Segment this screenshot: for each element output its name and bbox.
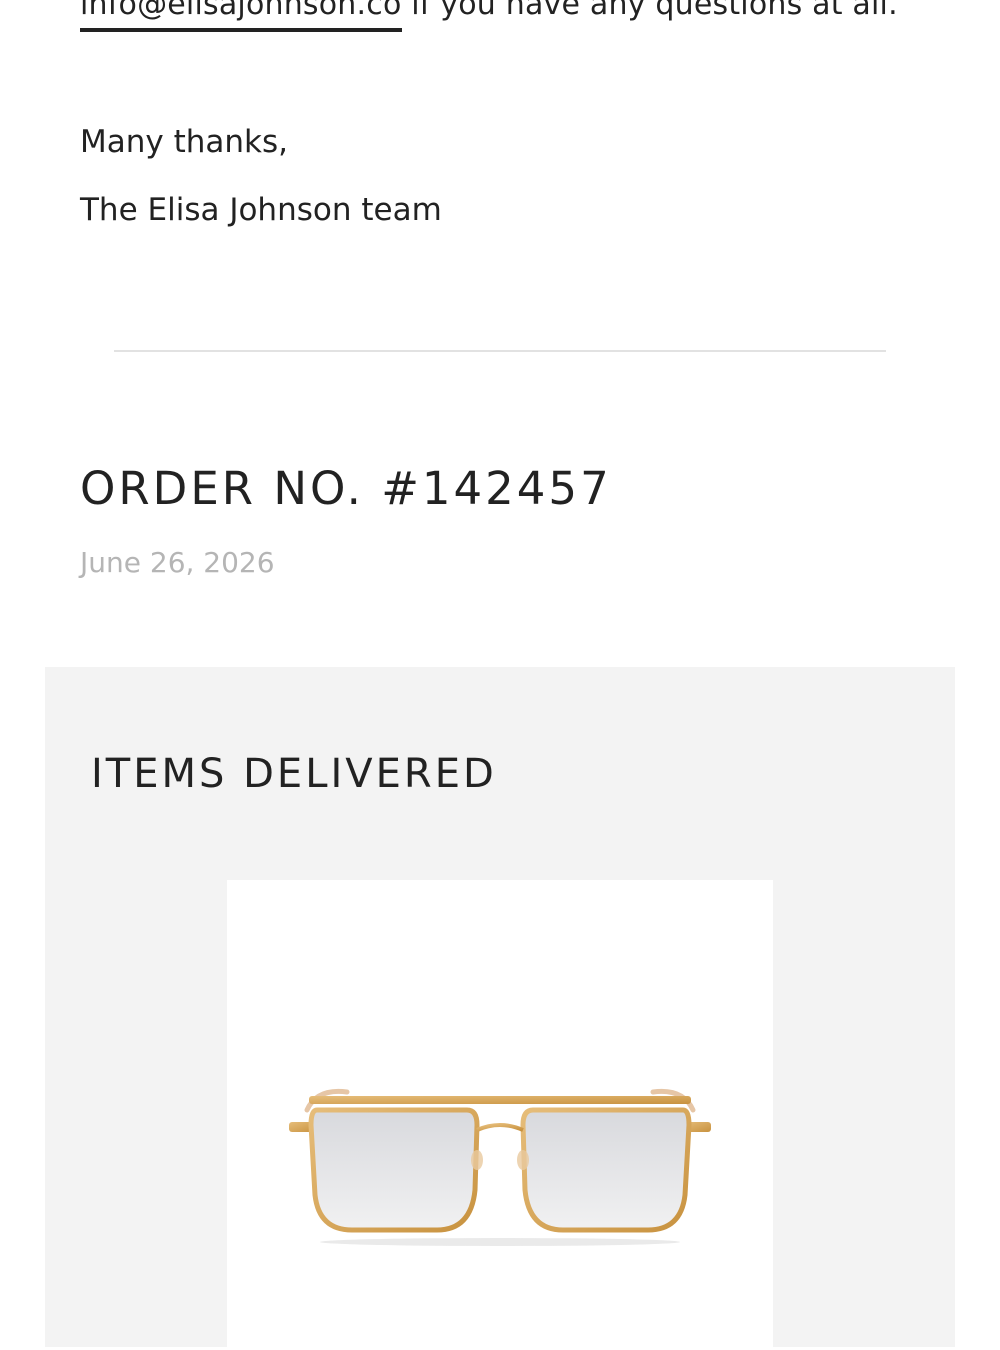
items-delivered-heading: ITEMS DELIVERED <box>91 751 497 797</box>
signoff-team: The Elisa Johnson team <box>80 192 442 228</box>
contact-message-suffix: if you have any questions at all. <box>401 0 898 22</box>
contact-email-link[interactable]: info@elisajohnson.co <box>80 0 402 32</box>
items-delivered-panel: ITEMS DELIVERED <box>45 667 955 1350</box>
contact-message: info@elisajohnson.co if you have any que… <box>80 0 898 32</box>
order-date: June 26, 2026 <box>80 546 275 579</box>
product-card[interactable] <box>227 880 773 1350</box>
section-divider <box>114 350 886 352</box>
signoff-thanks: Many thanks, <box>80 124 288 160</box>
aviator-sunglasses-image <box>289 1088 711 1246</box>
order-number-heading: ORDER NO. #142457 <box>80 462 612 515</box>
